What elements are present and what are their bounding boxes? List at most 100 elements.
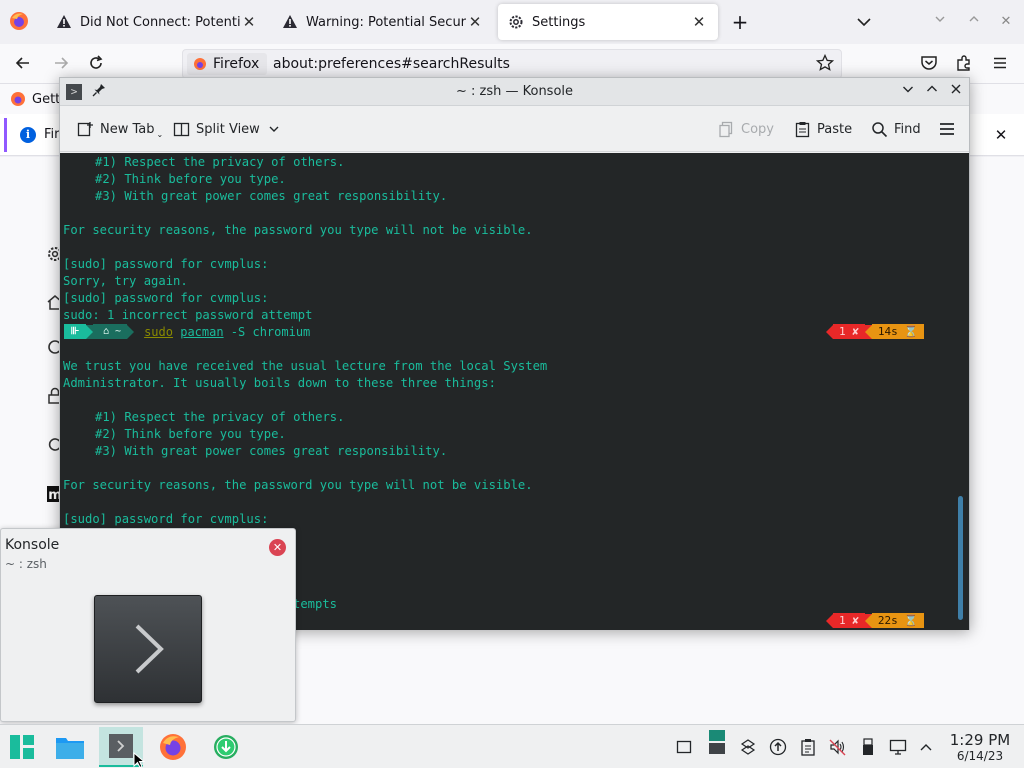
split-view-icon (172, 120, 190, 138)
hamburger-menu-icon (994, 57, 1006, 69)
notification-accent (4, 118, 7, 152)
pocket-button[interactable] (918, 54, 940, 76)
chevron-down-icon: ⌄ (156, 130, 164, 139)
paste-button[interactable]: Paste (793, 120, 852, 138)
konsole-titlebar[interactable]: > ~ : zsh — Konsole (60, 78, 969, 106)
find-label: Find (894, 121, 921, 137)
bookmark-getting-started[interactable]: Gett (10, 91, 60, 107)
network-icon[interactable] (889, 738, 907, 756)
right-prompt-status: 1 ✘ 14s ⌛ (826, 324, 925, 339)
terminal-prompt-icon (135, 624, 164, 674)
clock-time: 1:29 PM (949, 731, 1011, 749)
close-window-button[interactable]: ✕ (269, 539, 286, 556)
close-icon[interactable]: ✕ (690, 13, 708, 31)
url-text[interactable]: about:preferences#searchResults (273, 56, 510, 72)
forward-button[interactable] (50, 54, 72, 76)
exit-status-badge: 1 ✘ (833, 324, 865, 339)
firefox-view-button[interactable] (8, 10, 32, 34)
minimize-button[interactable] (930, 12, 950, 32)
clipboard-icon[interactable] (799, 738, 817, 756)
shell-prompt: ⊪ ⌂ ~ sudo pacman -S chromium (64, 324, 310, 339)
identity-box[interactable]: Firefox (187, 53, 268, 75)
reload-icon (90, 55, 103, 69)
split-view-label: Split View (196, 121, 260, 137)
split-view-button[interactable]: Split View (172, 120, 280, 138)
taskbar-downloader[interactable] (204, 727, 248, 767)
new-tab-button[interactable]: New Tab ⌄ (76, 120, 163, 139)
app-menu-button[interactable] (989, 54, 1011, 76)
warning-icon (56, 14, 72, 30)
download-icon (214, 735, 238, 759)
back-button[interactable] (12, 54, 34, 76)
minimize-button[interactable] (898, 82, 918, 102)
terminal-line: sudo: 1 incorrect password attempt (63, 308, 313, 322)
duration-badge: 22s ⌛ (871, 613, 925, 628)
paste-label: Paste (817, 121, 853, 137)
chevron-up-icon[interactable] (917, 738, 935, 756)
tab-settings[interactable]: Settings ✕ (498, 4, 718, 40)
taskbar-dolphin[interactable] (48, 727, 92, 767)
terminal-line: #1) Respect the privacy of others. (95, 410, 345, 424)
bookmark-star-button[interactable] (815, 53, 835, 74)
task-preview-popup[interactable]: Konsole ~ : zsh ✕ (0, 528, 296, 722)
close-window-button[interactable]: ✕ (996, 12, 1016, 32)
mouse-cursor-icon (133, 751, 146, 768)
window-thumbnail[interactable] (94, 595, 202, 703)
maximize-button[interactable] (964, 12, 984, 32)
paste-icon (793, 120, 811, 138)
prompt-dir-text: ~ (115, 326, 122, 337)
close-button[interactable] (946, 82, 966, 102)
preview-title: Konsole (5, 537, 60, 553)
chevron-down-icon (269, 126, 279, 132)
firefox-logo-icon (11, 92, 25, 106)
show-desktop-icon[interactable] (675, 738, 693, 756)
konsole-window-title: ~ : zsh — Konsole (455, 84, 574, 99)
bookmark-label: Gett (32, 91, 61, 107)
new-tab-button[interactable]: + (728, 10, 752, 34)
list-all-tabs-button[interactable] (854, 12, 874, 32)
firefox-tab-bar: Did Not Connect: Potential ✕ Warning: Po… (0, 0, 1024, 44)
pocket-icon (921, 56, 937, 70)
prompt-directory: ⌂ ~ (93, 324, 128, 339)
pager-icon[interactable] (708, 730, 726, 754)
close-icon[interactable]: ✕ (466, 13, 484, 31)
tab-did-not-connect[interactable]: Did Not Connect: Potential ✕ (46, 4, 268, 40)
terminal-line: #2) Think before you type. (95, 427, 286, 441)
terminal-line: For security reasons, the password you t… (63, 223, 533, 237)
maximize-button[interactable] (922, 82, 942, 102)
extensions-button[interactable] (953, 54, 975, 76)
tab-warning-security[interactable]: Warning: Potential Security ✕ (272, 4, 494, 40)
copy-label: Copy (741, 121, 774, 137)
close-icon[interactable]: ✕ (240, 13, 258, 31)
taskbar-firefox[interactable] (151, 727, 195, 767)
arrow-right-icon (55, 57, 69, 69)
prompt-separator (864, 324, 872, 339)
preview-subtitle: ~ : zsh (5, 557, 47, 571)
copy-button[interactable]: Copy (717, 120, 774, 138)
application-launcher[interactable] (0, 727, 44, 767)
chevron-up-icon (927, 85, 937, 92)
url-bar[interactable]: Firefox about:preferences#searchResults (182, 49, 842, 79)
terminal-line: Sorry, try again. (63, 274, 188, 288)
update-icon[interactable] (769, 738, 787, 756)
prompt-separator (826, 324, 833, 339)
firefox-logo-icon (10, 12, 28, 30)
gear-icon (508, 14, 524, 30)
hamburger-menu-button[interactable] (938, 120, 956, 138)
reload-button[interactable] (85, 54, 107, 76)
scrollbar-thumb[interactable] (958, 496, 963, 620)
search-icon (870, 120, 888, 138)
manjaro-logo-icon: ⊪ (64, 324, 86, 339)
removable-device-icon[interactable] (859, 738, 877, 756)
close-icon (951, 84, 961, 94)
exit-status-badge: 1 ✘ (833, 613, 865, 628)
notification-close-button[interactable]: ✕ (992, 126, 1010, 144)
digital-clock[interactable]: 1:29 PM 6/14/23 (944, 731, 1016, 764)
kde-connect-icon[interactable] (739, 738, 757, 756)
volume-muted-icon[interactable] (829, 738, 847, 756)
prompt-separator (127, 324, 135, 339)
clock-date: 6/14/23 (956, 749, 1004, 763)
notification-text: Fir (44, 127, 60, 142)
puzzle-icon (957, 55, 970, 71)
find-button[interactable]: Find (870, 120, 921, 138)
